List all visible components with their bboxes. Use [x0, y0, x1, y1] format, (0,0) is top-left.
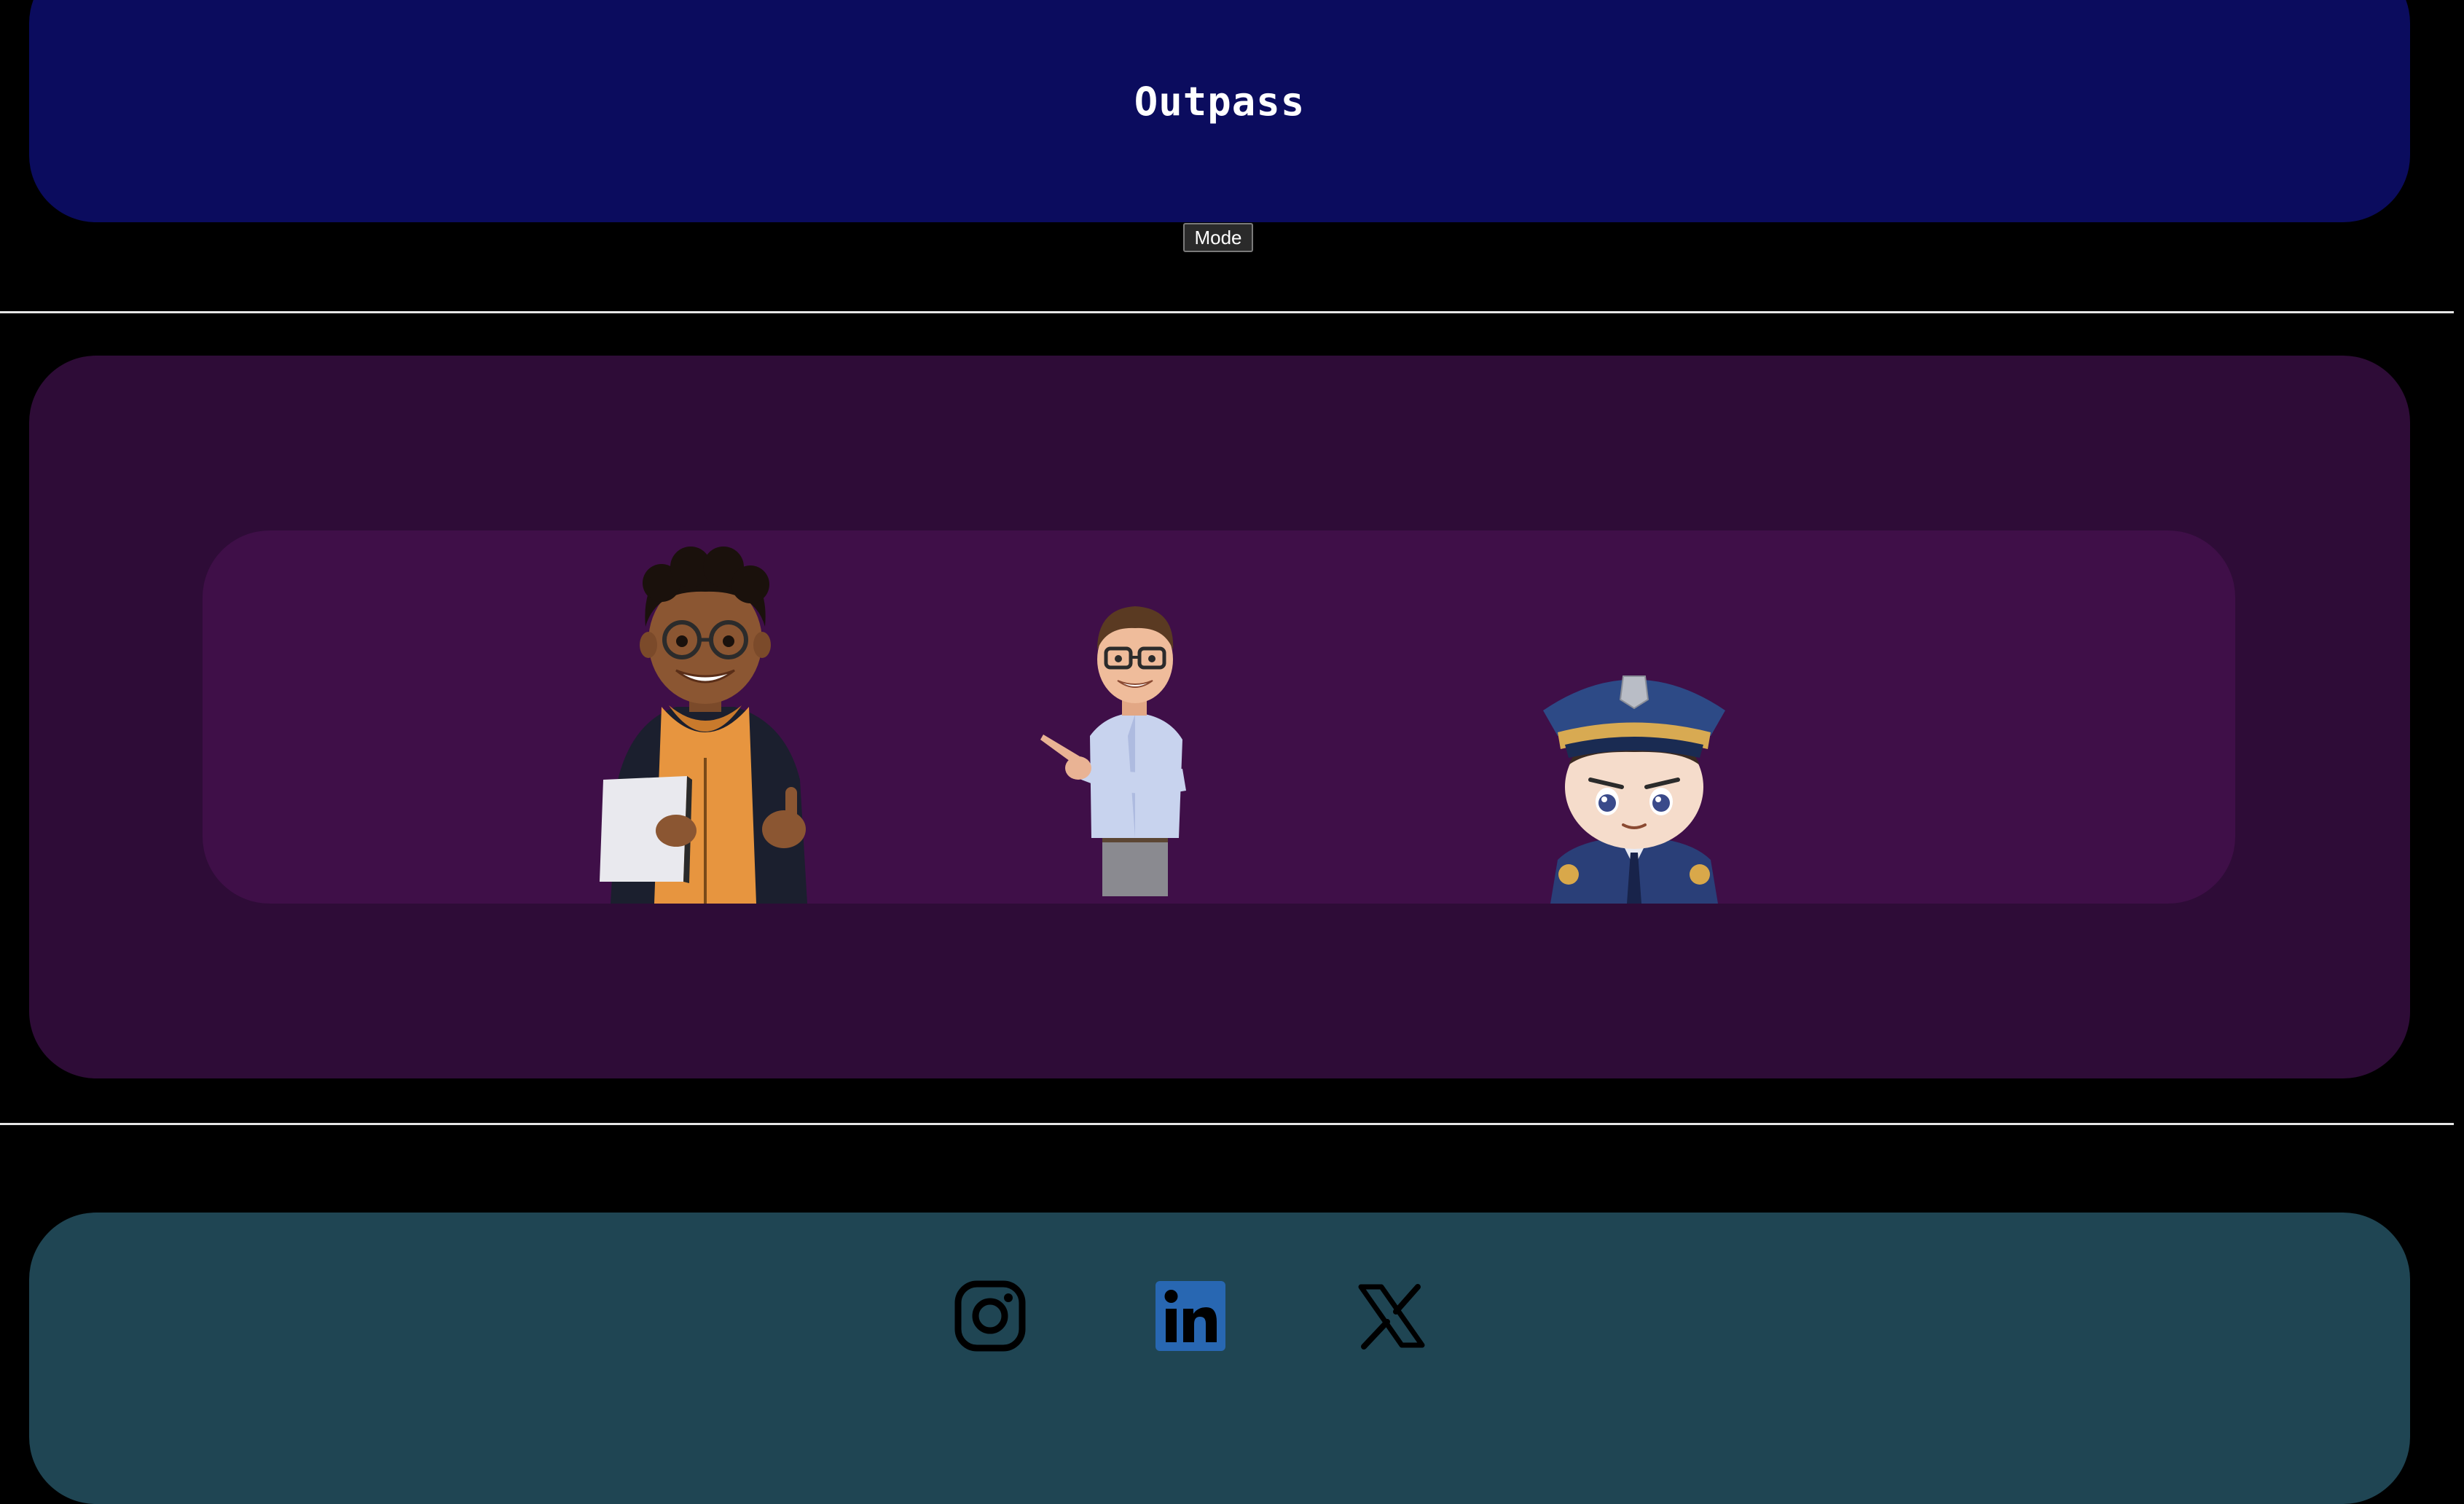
linkedin-icon — [1156, 1281, 1225, 1351]
instagram-icon — [954, 1280, 1026, 1352]
linkedin-link[interactable] — [1154, 1280, 1227, 1352]
characters-panel — [203, 530, 2235, 904]
divider-bottom — [0, 1123, 2454, 1125]
header-banner: Outpass — [29, 0, 2410, 222]
teacher-illustration — [1040, 606, 1186, 896]
police-officer-illustration — [1543, 675, 1725, 904]
x-link[interactable] — [1355, 1280, 1428, 1352]
hero-section — [29, 356, 2410, 1078]
x-icon — [1358, 1284, 1425, 1350]
page-title: Outpass — [1134, 79, 1306, 125]
mode-toggle-button[interactable]: Mode — [1183, 223, 1253, 252]
instagram-link[interactable] — [954, 1280, 1027, 1352]
footer-section — [29, 1213, 2410, 1504]
student-illustration — [600, 547, 807, 904]
divider-top — [0, 311, 2454, 313]
